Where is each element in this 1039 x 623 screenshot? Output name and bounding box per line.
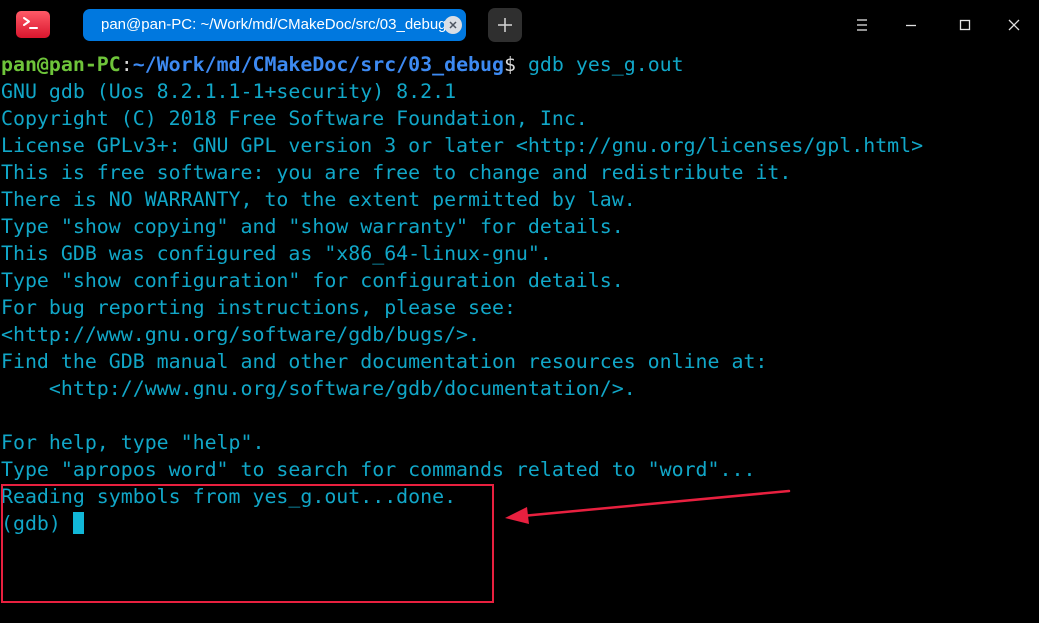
annotation-arrow <box>505 489 791 524</box>
